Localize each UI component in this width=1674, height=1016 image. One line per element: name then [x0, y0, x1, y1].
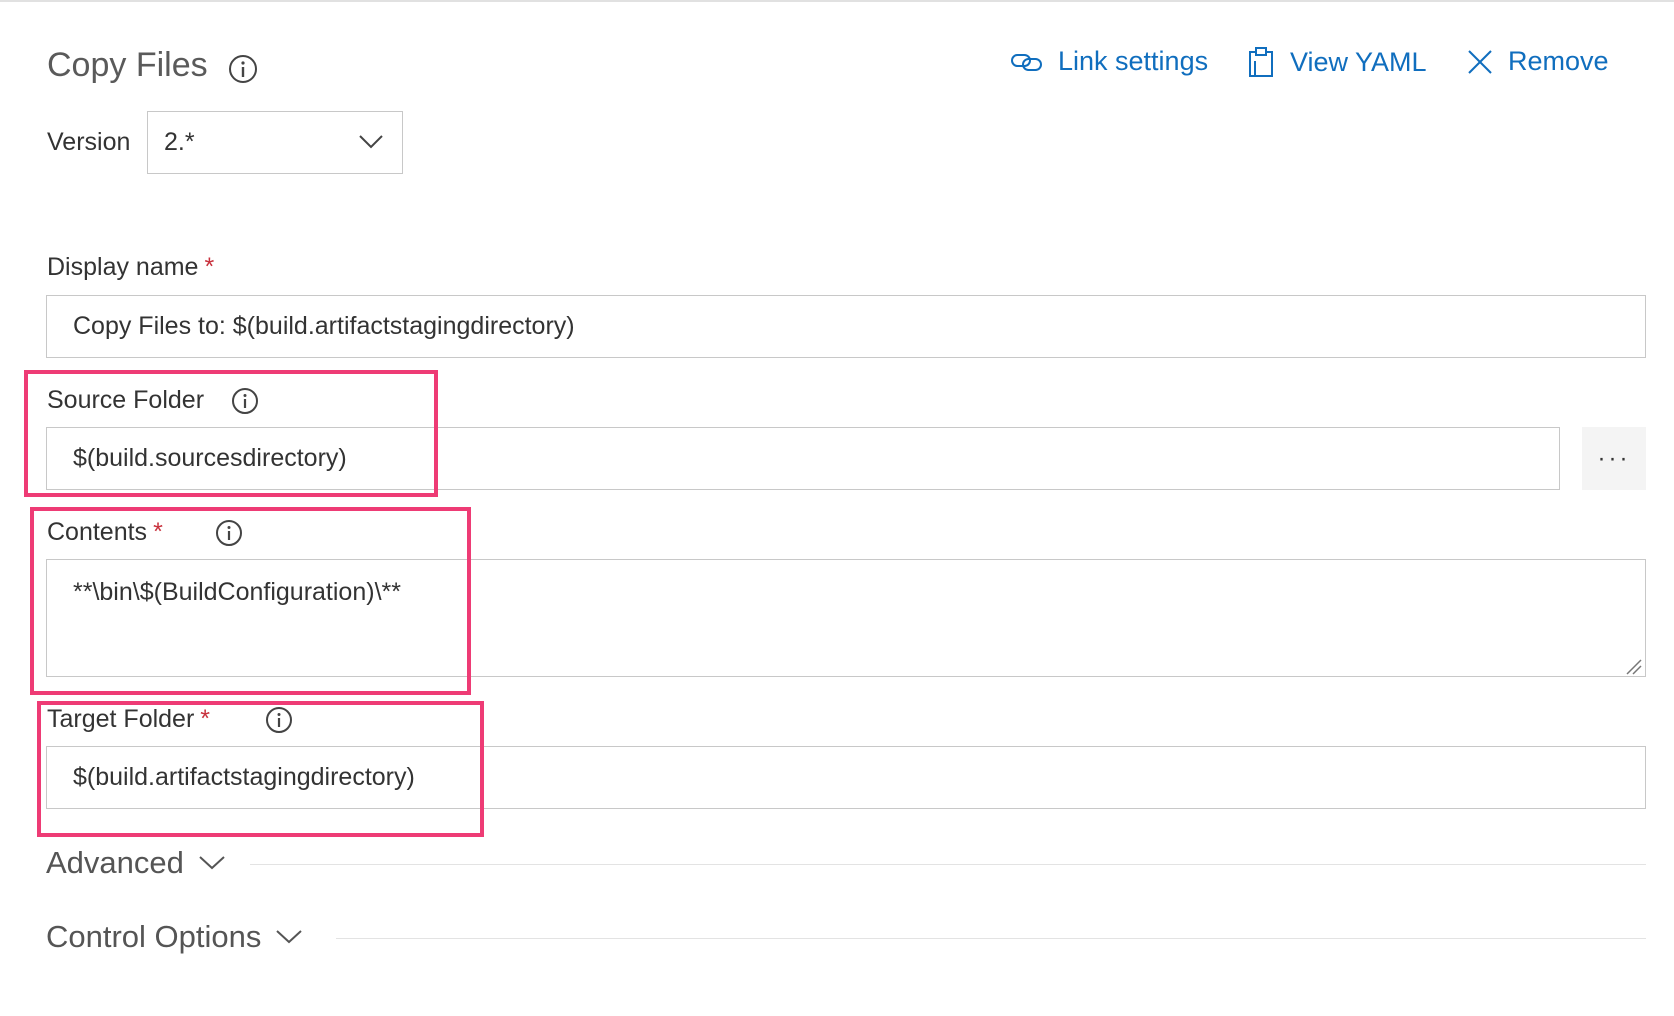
- source-folder-input[interactable]: $(build.sourcesdirectory): [46, 427, 1560, 490]
- display-name-label-text: Display name: [47, 253, 199, 281]
- section-divider: [336, 938, 1646, 939]
- remove-button[interactable]: Remove: [1466, 46, 1609, 77]
- chevron-down-icon: [199, 856, 225, 870]
- close-icon: [1468, 49, 1492, 74]
- clipboard-icon: [1249, 47, 1273, 77]
- advanced-section-toggle[interactable]: Advanced: [46, 845, 226, 881]
- info-icon[interactable]: [265, 706, 293, 739]
- required-marker: *: [200, 705, 211, 733]
- version-select[interactable]: 2.*: [147, 111, 403, 174]
- version-label: Version: [47, 128, 131, 156]
- display-name-label: Display name *: [47, 253, 214, 282]
- contents-label: Contents *: [47, 518, 163, 547]
- view-yaml-button[interactable]: View YAML: [1246, 46, 1427, 78]
- link-settings-label: Link settings: [1058, 46, 1209, 76]
- display-name-input[interactable]: Copy Files to: $(build.artifactstagingdi…: [46, 295, 1646, 358]
- browse-button[interactable]: ···: [1582, 427, 1646, 490]
- remove-label: Remove: [1508, 46, 1609, 76]
- chevron-down-icon: [276, 930, 303, 944]
- control-options-section-toggle[interactable]: Control Options: [46, 919, 303, 955]
- required-marker: *: [204, 253, 215, 281]
- task-title: Copy Files: [47, 46, 208, 84]
- link-settings-button[interactable]: Link settings: [1010, 46, 1208, 77]
- info-icon[interactable]: [228, 54, 258, 89]
- info-icon[interactable]: [215, 519, 243, 552]
- contents-label-text: Contents: [47, 518, 148, 546]
- target-folder-input[interactable]: $(build.artifactstagingdirectory): [46, 746, 1646, 809]
- control-options-label: Control Options: [46, 919, 262, 954]
- link-icon: [1011, 53, 1042, 71]
- view-yaml-label: View YAML: [1290, 46, 1427, 77]
- required-marker: *: [153, 518, 163, 546]
- info-icon[interactable]: [231, 387, 259, 420]
- contents-textarea[interactable]: **\bin\$(BuildConfiguration)\**: [46, 559, 1646, 677]
- section-divider: [250, 864, 1646, 865]
- version-value: 2.*: [164, 128, 195, 156]
- source-folder-label: Source Folder: [47, 386, 205, 414]
- target-folder-label: Target Folder *: [47, 705, 210, 734]
- chevron-down-icon: [359, 135, 383, 149]
- advanced-label: Advanced: [46, 845, 184, 880]
- target-folder-label-text: Target Folder: [47, 705, 195, 733]
- resize-handle-icon[interactable]: [1624, 657, 1642, 675]
- top-border: [0, 0, 1674, 2]
